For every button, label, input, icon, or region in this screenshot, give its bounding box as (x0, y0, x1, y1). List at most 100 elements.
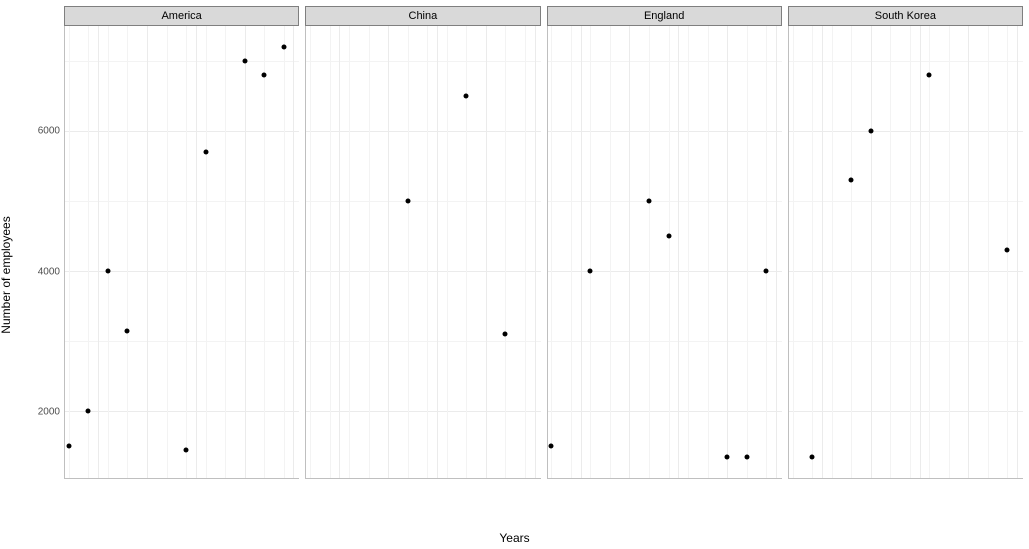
y-axis-title: Number of employees (0, 216, 13, 333)
faceted-scatter-chart: Number of employees Years 200040006000 A… (0, 0, 1029, 549)
data-point (125, 328, 130, 333)
data-point (242, 59, 247, 64)
facet-panel: England2012.52015.02017.52020.02022.5 (547, 6, 782, 479)
x-tick-mark (293, 478, 294, 479)
y-tick-mark (64, 131, 65, 132)
x-tick-mark (629, 478, 630, 479)
gridline-v-minor (551, 26, 552, 478)
gridline-v-minor (747, 26, 748, 478)
gridline-v-minor (929, 26, 930, 478)
data-point (203, 150, 208, 155)
y-tick-label: 2000 (26, 407, 60, 418)
gridline-v-minor (949, 26, 950, 478)
x-tick-labels: 2012.52015.02017.52020.02022.5 (306, 478, 540, 479)
gridline-v (437, 26, 438, 478)
gridline-v-minor (766, 26, 767, 478)
gridline-v-minor (284, 26, 285, 478)
data-point (764, 269, 769, 274)
gridline-v (245, 26, 246, 478)
data-point (503, 332, 508, 337)
data-point (849, 178, 854, 183)
gridline-v (293, 26, 294, 478)
gridline-v-minor (127, 26, 128, 478)
data-point (405, 199, 410, 204)
gridline-v-minor (571, 26, 572, 478)
data-point (184, 447, 189, 452)
data-point (725, 454, 730, 459)
data-point (262, 73, 267, 78)
gridline-v-minor (812, 26, 813, 478)
gridline-v (776, 26, 777, 478)
x-tick-mark (727, 478, 728, 479)
gridline-v-minor (890, 26, 891, 478)
gridline-v (388, 26, 389, 478)
facet-panel: South Korea 2012.52015.02017.52020.02022.… (788, 6, 1023, 479)
plot-area: 2012.52015.02017.52020.02022.5 (788, 26, 1023, 479)
gridline-v-minor (167, 26, 168, 478)
data-point (647, 199, 652, 204)
gridline-v-minor (793, 26, 794, 478)
x-tick-labels: 2012.52015.02017.52020.02022.5 (548, 478, 782, 479)
plot-area: 2012.52015.02017.52020.02022.5 (64, 26, 299, 479)
x-tick-mark (581, 478, 582, 479)
data-point (588, 269, 593, 274)
gridline-v (147, 26, 148, 478)
gridline-v-minor (610, 26, 611, 478)
x-tick-mark (147, 478, 148, 479)
facet-panel: America 2012.52015.02017.52020.02022.5 (64, 6, 299, 479)
gridline-v-minor (310, 26, 311, 478)
data-point (810, 454, 815, 459)
x-tick-mark (822, 478, 823, 479)
gridline-v (727, 26, 728, 478)
x-tick-mark (920, 478, 921, 479)
plot-area: 2012.52015.02017.52020.02022.5 (547, 26, 782, 479)
data-point (927, 73, 932, 78)
facet-strip: South Korea (788, 6, 1023, 26)
gridline-v-minor (225, 26, 226, 478)
gridline-v-minor (408, 26, 409, 478)
gridline-v (535, 26, 536, 478)
y-tick-label: 6000 (26, 126, 60, 137)
facet-label: South Korea (875, 10, 936, 22)
facet-strip: America (64, 6, 299, 26)
gridline-v-minor (649, 26, 650, 478)
gridline-v-minor (264, 26, 265, 478)
x-tick-mark (776, 478, 777, 479)
x-tick-mark (486, 478, 487, 479)
gridline-v-minor (69, 26, 70, 478)
gridline-v (871, 26, 872, 478)
x-tick-mark (196, 478, 197, 479)
x-tick-mark (98, 478, 99, 479)
gridline-v-minor (369, 26, 370, 478)
x-tick-mark (245, 478, 246, 479)
facet-strip: China (305, 6, 540, 26)
gridline-v-minor (447, 26, 448, 478)
x-tick-labels: 2012.52015.02017.52020.02022.5 (65, 478, 299, 479)
gridline-v-minor (708, 26, 709, 478)
x-tick-mark (437, 478, 438, 479)
y-tick-labels: 200040006000 (26, 0, 60, 549)
data-point (105, 269, 110, 274)
x-tick-mark (1017, 478, 1018, 479)
y-tick-mark (64, 411, 65, 412)
gridline-v-minor (590, 26, 591, 478)
gridline-v (968, 26, 969, 478)
gridline-v-minor (669, 26, 670, 478)
x-tick-mark (871, 478, 872, 479)
x-tick-mark (339, 478, 340, 479)
gridline-v-minor (525, 26, 526, 478)
y-tick-mark (64, 271, 65, 272)
gridline-v (629, 26, 630, 478)
gridline-v-minor (349, 26, 350, 478)
data-point (549, 444, 554, 449)
data-point (66, 444, 71, 449)
data-point (281, 45, 286, 50)
gridline-v (339, 26, 340, 478)
x-tick-mark (968, 478, 969, 479)
plot-area: 2012.52015.02017.52020.02022.5 (305, 26, 540, 479)
x-tick-mark (535, 478, 536, 479)
facet-label: America (161, 10, 201, 22)
gridline-v (581, 26, 582, 478)
x-tick-mark (678, 478, 679, 479)
gridline-v-minor (330, 26, 331, 478)
